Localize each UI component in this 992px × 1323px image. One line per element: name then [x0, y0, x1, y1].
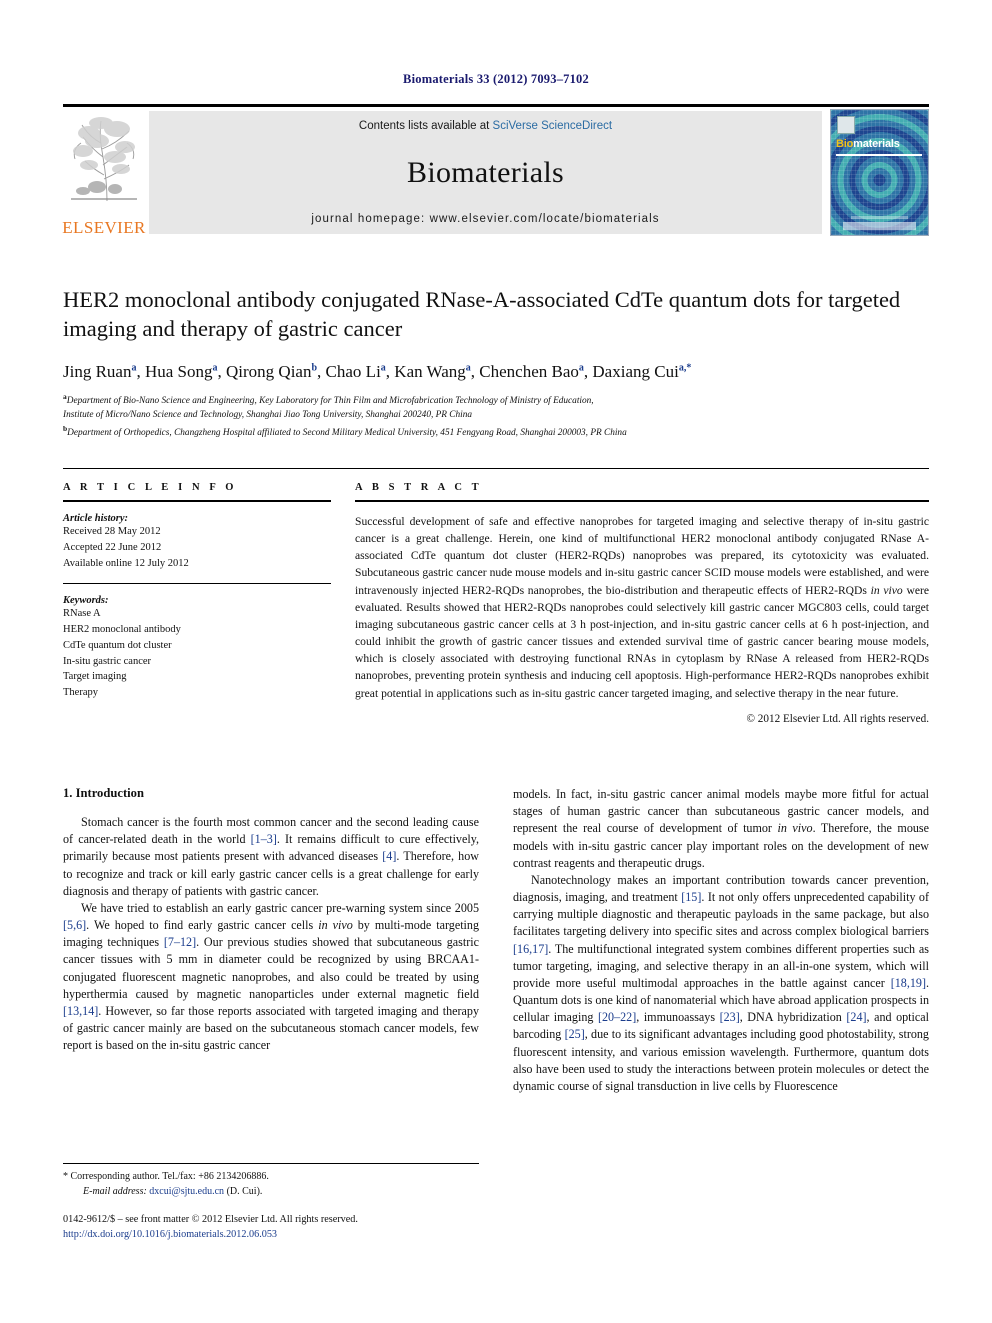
keywords-block: Keywords: RNase A HER2 monoclonal antibo… — [63, 583, 331, 701]
sciencedirect-link[interactable]: SciVerse ScienceDirect — [493, 120, 613, 132]
affiliation-a: aDepartment of Bio-Nano Science and Engi… — [63, 391, 929, 409]
cover-title-part2: materials — [853, 138, 900, 150]
abstract-copyright: © 2012 Elsevier Ltd. All rights reserved… — [746, 712, 930, 725]
keyword-item: CdTe quantum dot cluster — [63, 639, 172, 651]
article-info-column: Article history: Received 28 May 2012 Ac… — [63, 513, 331, 725]
cover-footer-rule — [851, 216, 908, 219]
journal-band: Contents lists available at SciVerse Sci… — [149, 111, 822, 234]
affiliation-b: bDepartment of Orthopedics, Changzheng H… — [63, 423, 929, 441]
body-paragraph: Nanotechnology makes an important contri… — [513, 872, 929, 1093]
elsevier-wordmark: ELSEVIER — [62, 218, 146, 237]
journal-cover-thumbnail: Biomaterials — [830, 109, 929, 236]
rule-left — [63, 500, 331, 502]
section-heading-introduction: 1. Introduction — [63, 786, 144, 800]
keyword-item: Target imaging — [63, 671, 127, 683]
history-available-online: Available online 12 July 2012 — [63, 557, 189, 569]
page-footer: 0142-9612/$ – see front matter © 2012 El… — [63, 1212, 479, 1243]
body-columns: 1. Introduction Stomach cancer is the fo… — [63, 786, 929, 1095]
journal-title: Biomaterials — [407, 155, 564, 189]
cover-title-part1: Bio — [836, 138, 854, 150]
homepage-url[interactable]: www.elsevier.com/locate/biomaterials — [430, 213, 660, 225]
body-paragraph: Stomach cancer is the fourth most common… — [63, 815, 480, 898]
body-paragraph: models. In fact, in-situ gastric cancer … — [513, 787, 930, 870]
keyword-item: HER2 monoclonal antibody — [63, 624, 181, 635]
affiliation-a-line1: Department of Bio-Nano Science and Engin… — [66, 395, 594, 406]
section-rules — [63, 500, 929, 502]
running-head: Biomaterials 33 (2012) 7093–7102 — [403, 72, 589, 86]
journal-masthead: ELSEVIER Contents lists available at Sci… — [62, 104, 929, 238]
elsevier-logo: ELSEVIER — [62, 107, 146, 238]
cover-footer-block — [843, 222, 916, 230]
history-accepted: Accepted 22 June 2012 — [63, 541, 162, 553]
history-received: Received 28 May 2012 — [63, 526, 161, 537]
doi-link[interactable]: http://dx.doi.org/10.1016/j.biomaterials… — [63, 1227, 479, 1242]
cover-title-rule — [836, 154, 922, 156]
keywords-title: Keywords: — [63, 595, 109, 607]
body-column-left: 1. Introduction Stomach cancer is the fo… — [63, 786, 479, 1095]
article-history-block: Article history: Received 28 May 2012 Ac… — [63, 513, 331, 571]
author-list: Jing Ruana, Hua Songa, Qirong Qianb, Cha… — [63, 361, 692, 381]
contents-prefix: Contents lists available at — [358, 120, 493, 132]
affiliation-a-cont: Institute of Micro/Nano Science and Tech… — [63, 410, 473, 421]
journal-homepage-line: journal homepage: www.elsevier.com/locat… — [311, 213, 659, 225]
keyword-item: Therapy — [63, 687, 98, 698]
keyword-item: In-situ gastric cancer — [63, 655, 152, 667]
affiliation-list: aDepartment of Bio-Nano Science and Engi… — [63, 391, 929, 440]
issn-copyright-line: 0142-9612/$ – see front matter © 2012 El… — [63, 1214, 358, 1225]
affiliation-b-text: Department of Orthopedics, Changzheng Ho… — [67, 427, 627, 438]
abstract-column: Successful development of safe and effec… — [355, 513, 929, 725]
corresponding-author-line: * Corresponding author. Tel./fax: +86 21… — [63, 1171, 269, 1182]
corresponding-author-footnote: * Corresponding author. Tel./fax: +86 21… — [63, 1163, 479, 1199]
paper-page: Biomaterials 33 (2012) 7093–7102 ELSEVIE… — [0, 0, 992, 1323]
cover-elsevier-icon — [837, 116, 855, 134]
elsevier-tree-icon — [69, 115, 139, 203]
body-column-right: models. In fact, in-situ gastric cancer … — [513, 786, 929, 1095]
page-title: HER2 monoclonal antibody conjugated RNas… — [63, 287, 901, 341]
homepage-prefix: journal homepage: — [311, 213, 430, 225]
rule-right — [355, 500, 929, 502]
article-history-title: Article history: — [63, 513, 129, 524]
body-paragraph: We have tried to establish an early gast… — [63, 900, 480, 1053]
article-info-heading: A R T I C L E I N F O — [63, 482, 238, 493]
contents-available-line: Contents lists available at SciVerse Sci… — [359, 120, 612, 132]
keyword-item: RNase A — [63, 608, 101, 620]
abstract-text: Successful development of safe and effec… — [355, 515, 929, 700]
corresponding-email-line: E-mail address: dxcui@sjtu.edu.cn (D. Cu… — [83, 1185, 263, 1197]
abstract-heading: A B S T R A C T — [355, 482, 483, 493]
info-abstract-section: A R T I C L E I N F O A B S T R A C T Ar… — [63, 468, 929, 725]
title-block: HER2 monoclonal antibody conjugated RNas… — [63, 286, 929, 440]
cover-title: Biomaterials — [836, 138, 900, 150]
